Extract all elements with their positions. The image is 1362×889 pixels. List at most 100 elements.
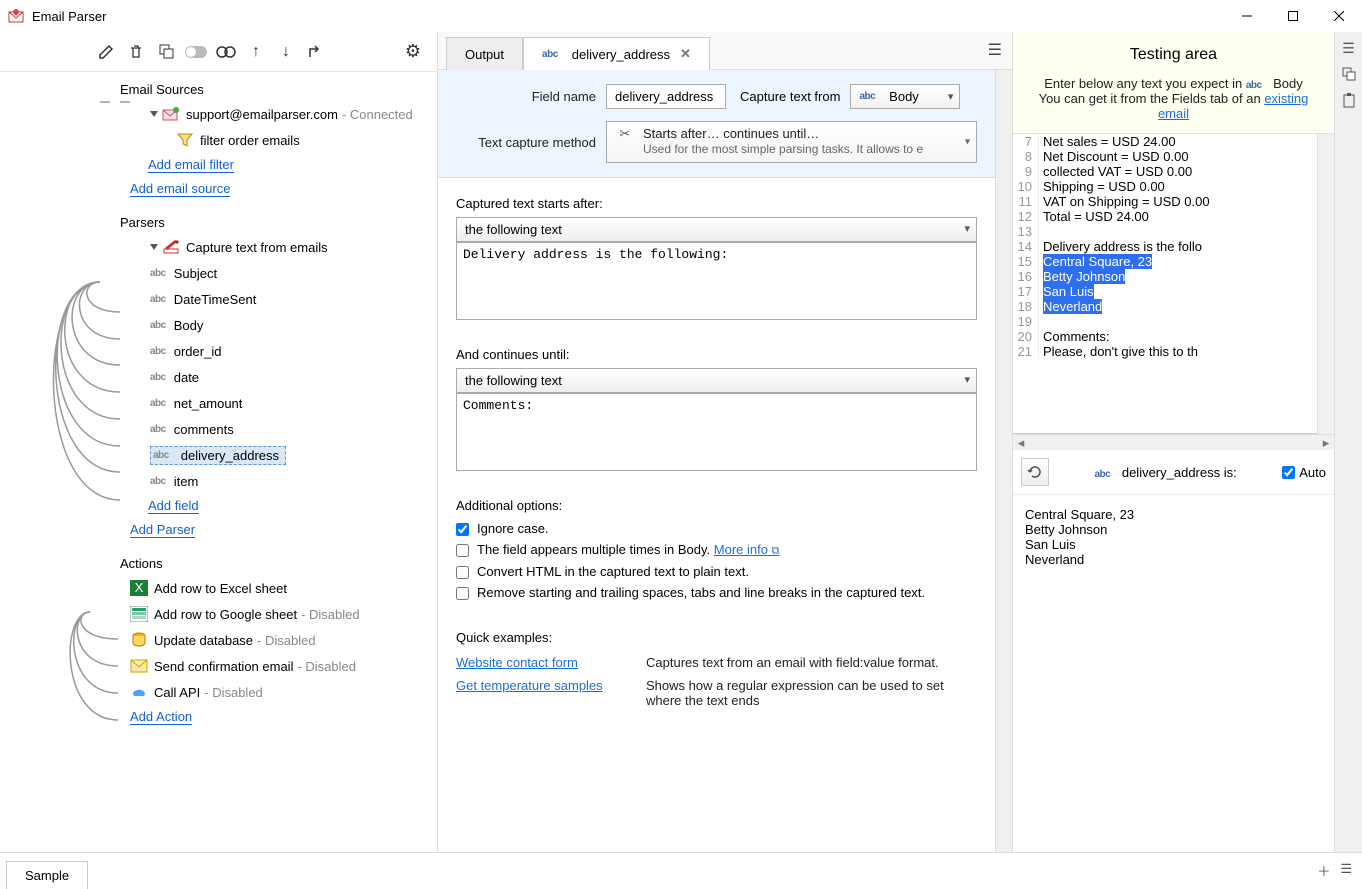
bottom-tab-sample[interactable]: Sample [6, 861, 88, 889]
action-row[interactable]: Add row to Google sheet - Disabled [0, 601, 437, 627]
auto-checkbox[interactable]: Auto [1282, 465, 1326, 480]
result-field-name: delivery_address [1122, 465, 1220, 480]
app-icon [8, 8, 24, 24]
action-row[interactable]: Send confirmation email - Disabled [0, 653, 437, 679]
move-up-icon[interactable]: ↑ [242, 38, 270, 66]
tab-output[interactable]: Output [446, 37, 523, 70]
parser-icon [162, 238, 180, 256]
result-output: Central Square, 23 Betty Johnson San Lui… [1013, 495, 1334, 579]
action-icon [130, 631, 148, 649]
method-label: Text capture method [456, 135, 606, 150]
example-link[interactable]: Website contact form [456, 655, 626, 670]
add-parser-link[interactable]: Add Parser [0, 518, 437, 542]
example-link[interactable]: Get temperature samples [456, 678, 626, 708]
abc-icon: abc [150, 268, 166, 279]
action-icon [130, 657, 148, 675]
svg-text:X: X [135, 580, 144, 595]
titlebar: Email Parser [0, 0, 1362, 32]
parser-row[interactable]: Capture text from emails [0, 234, 437, 260]
action-row[interactable]: Update database - Disabled [0, 627, 437, 653]
copy-result-icon[interactable] [1337, 62, 1361, 86]
minimize-button[interactable] [1224, 0, 1270, 32]
action-icon: X [130, 579, 148, 597]
abc-icon: abc [1094, 469, 1110, 480]
edit-icon[interactable] [92, 38, 120, 66]
right-menu-icon[interactable]: ☰ [1337, 36, 1361, 60]
external-link-icon: ⧉ [772, 545, 780, 557]
close-tab-icon[interactable]: ✕ [680, 46, 691, 62]
delete-icon[interactable] [122, 38, 150, 66]
more-info-link[interactable]: More info ⧉ [714, 542, 780, 557]
bottom-menu-icon[interactable]: ☰ [1340, 861, 1352, 880]
abc-icon: abc [150, 346, 166, 357]
parser-field-row[interactable]: abcdelivery_address [0, 442, 437, 468]
parser-field-row[interactable]: abcDateTimeSent [0, 286, 437, 312]
refresh-button[interactable] [1021, 458, 1049, 486]
add-action-link[interactable]: Add Action [0, 705, 437, 729]
parser-label: Capture text from emails [186, 240, 328, 255]
abc-icon: abc [150, 398, 166, 409]
parser-field-row[interactable]: abcdate [0, 364, 437, 390]
email-source-status: - Connected [342, 107, 413, 122]
abc-icon: abc [150, 424, 166, 435]
add-email-filter-link[interactable]: Add email filter [0, 153, 437, 177]
starts-mode-select[interactable]: the following text [456, 217, 977, 242]
scissors-icon: ✂ [617, 126, 633, 142]
add-tab-icon[interactable]: ＋ [1317, 861, 1330, 880]
abc-icon: abc [153, 450, 169, 461]
chevron-down-icon[interactable] [150, 244, 158, 250]
maximize-button[interactable] [1270, 0, 1316, 32]
testing-title: Testing area [1025, 46, 1322, 64]
toggle-off-icon[interactable] [182, 38, 210, 66]
continues-label: And continues until: [456, 347, 977, 362]
close-button[interactable] [1316, 0, 1362, 32]
toggle-link-icon[interactable] [212, 38, 240, 66]
action-icon [130, 605, 148, 623]
continues-mode-select[interactable]: the following text [456, 368, 977, 393]
left-toolbar: ↑ ↓ ⚙ [0, 32, 437, 72]
abc-icon: abc [859, 91, 875, 102]
filter-icon [176, 131, 194, 149]
parser-field-row[interactable]: abccomments [0, 416, 437, 442]
continues-text-input[interactable] [456, 393, 977, 471]
option-ignore-case[interactable]: Ignore case. [456, 521, 977, 536]
tabs-menu-icon[interactable]: ☰ [988, 40, 1002, 60]
code-scrollbar[interactable] [1317, 134, 1334, 434]
paste-icon[interactable] [1337, 88, 1361, 112]
field-name-input[interactable] [606, 84, 726, 109]
action-row[interactable]: Call API - Disabled [0, 679, 437, 705]
action-icon [130, 683, 148, 701]
section-email-sources: Email Sources [0, 78, 437, 101]
capture-from-label: Capture text from [740, 89, 840, 104]
option-trim[interactable]: Remove starting and trailing spaces, tab… [456, 585, 977, 600]
copy-icon[interactable] [152, 38, 180, 66]
starts-text-input[interactable] [456, 242, 977, 320]
parser-field-row[interactable]: abcBody [0, 312, 437, 338]
tab-field[interactable]: abc delivery_address ✕ [523, 37, 710, 70]
abc-icon: abc [150, 476, 166, 487]
code-hscroll[interactable]: ◂▸ [1013, 434, 1334, 450]
section-actions: Actions [0, 552, 437, 575]
option-multiple[interactable]: The field appears multiple times in Body… [456, 542, 977, 558]
settings-icon[interactable]: ⚙ [399, 38, 427, 66]
email-source-row[interactable]: support@emailparser.com - Connected [0, 101, 437, 127]
parser-field-row[interactable]: abcitem [0, 468, 437, 494]
add-field-link[interactable]: Add field [0, 494, 437, 518]
section-parsers: Parsers [0, 211, 437, 234]
result-bar: abc delivery_address is: Auto [1013, 450, 1334, 495]
example-desc: Captures text from an email with field:v… [646, 655, 977, 670]
option-convert-html[interactable]: Convert HTML in the captured text to pla… [456, 564, 977, 579]
chevron-down-icon[interactable] [150, 111, 158, 117]
add-email-source-link[interactable]: Add email source [0, 177, 437, 201]
redirect-icon[interactable] [302, 38, 330, 66]
capture-from-select[interactable]: abc Body [850, 84, 960, 109]
move-down-icon[interactable]: ↓ [272, 38, 300, 66]
testing-code-area[interactable]: 7Net sales = USD 24.008Net Discount = US… [1013, 134, 1317, 434]
method-select[interactable]: ✂Starts after… continues until… Used for… [606, 121, 977, 163]
parser-field-row[interactable]: abcorder_id [0, 338, 437, 364]
parser-field-row[interactable]: abcnet_amount [0, 390, 437, 416]
action-row[interactable]: XAdd row to Excel sheet [0, 575, 437, 601]
center-scrollbar[interactable] [995, 70, 1012, 852]
parser-field-row[interactable]: abcSubject [0, 260, 437, 286]
filter-row[interactable]: filter order emails [0, 127, 437, 153]
